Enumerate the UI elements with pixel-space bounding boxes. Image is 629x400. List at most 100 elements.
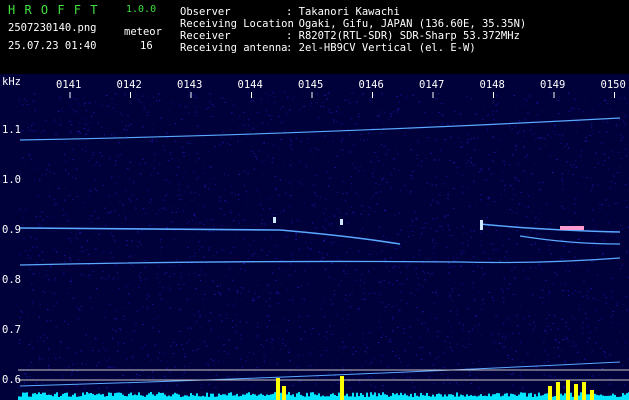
histogram-bar (116, 392, 118, 400)
histogram-bar (332, 393, 334, 400)
histogram-bar (174, 392, 176, 400)
histogram-bar (430, 396, 432, 400)
histogram-bar (490, 396, 492, 400)
histogram-bar (474, 395, 476, 400)
histogram-bar (264, 395, 266, 400)
histogram-bar (300, 394, 302, 400)
histogram-bar (514, 394, 516, 400)
histogram-bar (242, 394, 244, 400)
minute-label: 0150 (600, 79, 626, 91)
histogram-bar (298, 392, 300, 400)
histogram-bar (78, 396, 80, 400)
histogram-bar (376, 396, 378, 400)
histogram-bar (510, 393, 512, 400)
histogram-bar (268, 395, 270, 400)
histogram-bar (262, 394, 264, 400)
histogram-bar (142, 395, 144, 400)
histogram-bar (54, 393, 56, 400)
histogram-bar (610, 395, 612, 400)
histogram-bar (168, 395, 170, 400)
histogram-bar (244, 394, 246, 400)
minute-label: 0146 (358, 79, 384, 91)
histogram-bar (326, 396, 328, 400)
histogram-bar (228, 392, 230, 400)
histogram-bar (302, 395, 304, 400)
histogram-bar (598, 395, 600, 400)
histogram-bar (52, 396, 54, 400)
minute-label: 0143 (177, 79, 203, 91)
date-time: 25.07.23 01:40 (8, 40, 97, 52)
histogram-bar (384, 394, 386, 400)
histogram-bar (482, 395, 484, 400)
unit-label: kHz (2, 76, 21, 88)
histogram-bar (486, 396, 488, 400)
histogram-bar (230, 392, 232, 400)
histogram-bar (258, 394, 260, 400)
histogram-bar (148, 393, 150, 400)
histogram-bar (206, 392, 208, 400)
histogram-bar (420, 392, 422, 400)
histogram-bar (98, 393, 100, 400)
histogram-burst (582, 382, 586, 400)
histogram-bar (184, 395, 186, 400)
histogram-bar (370, 392, 372, 400)
histogram-bar (352, 392, 354, 400)
histogram-bar (72, 394, 74, 400)
histogram-bar (134, 394, 136, 400)
histogram-bar (570, 392, 572, 400)
histogram-bar (444, 394, 446, 400)
histogram-bar (240, 395, 242, 400)
histogram-bar (86, 392, 88, 400)
histogram-bar (254, 394, 256, 400)
histogram-bar (238, 396, 240, 400)
histogram-bar (498, 393, 500, 400)
histogram-burst (556, 382, 560, 400)
histogram-bar (248, 392, 250, 400)
histogram-bar (152, 394, 154, 400)
histogram-bar (328, 396, 330, 400)
histogram-bar (270, 394, 272, 400)
histogram-bar (212, 393, 214, 400)
histogram-bar (462, 395, 464, 400)
histogram-bar (190, 393, 192, 400)
freq-label: 0.9 (2, 224, 21, 236)
histogram-bar (60, 395, 62, 400)
histogram-bar (528, 393, 530, 400)
histogram-burst (340, 376, 344, 400)
minute-label: 0148 (479, 79, 505, 91)
minute-label: 0149 (540, 79, 566, 91)
histogram-bar (504, 393, 506, 400)
histogram-bar (446, 396, 448, 400)
histogram-bar (280, 392, 282, 400)
histogram-bar (612, 393, 614, 400)
histogram-bar (522, 392, 524, 400)
freq-label: 0.8 (2, 274, 21, 286)
histogram-bar (34, 393, 36, 400)
histogram-bar (538, 392, 540, 400)
histogram-burst (590, 390, 594, 400)
histogram-bar (226, 395, 228, 400)
histogram-bar (508, 396, 510, 400)
histogram-bar (156, 394, 158, 400)
histogram-bar (96, 394, 98, 400)
histogram-bar (44, 392, 46, 400)
histogram-bar (488, 393, 490, 400)
histogram-bar (438, 393, 440, 400)
meteor-count: 16 (140, 40, 153, 52)
histogram-bar (520, 392, 522, 400)
histogram-bar (312, 392, 314, 400)
histogram-bar (210, 393, 212, 400)
histogram-bar (470, 395, 472, 400)
histogram-burst (574, 384, 578, 400)
histogram-bar (68, 396, 70, 400)
histogram-bar (170, 396, 172, 400)
histogram-bar (516, 395, 518, 400)
histogram-bar (290, 395, 292, 400)
histogram-bar (20, 396, 22, 400)
histogram-bar (316, 395, 318, 400)
histogram-bar (348, 396, 350, 400)
histogram-bar (596, 394, 598, 400)
histogram-bar (578, 395, 580, 400)
histogram-bar (460, 394, 462, 400)
observer-value: : Takanori Kawachi (286, 6, 400, 18)
